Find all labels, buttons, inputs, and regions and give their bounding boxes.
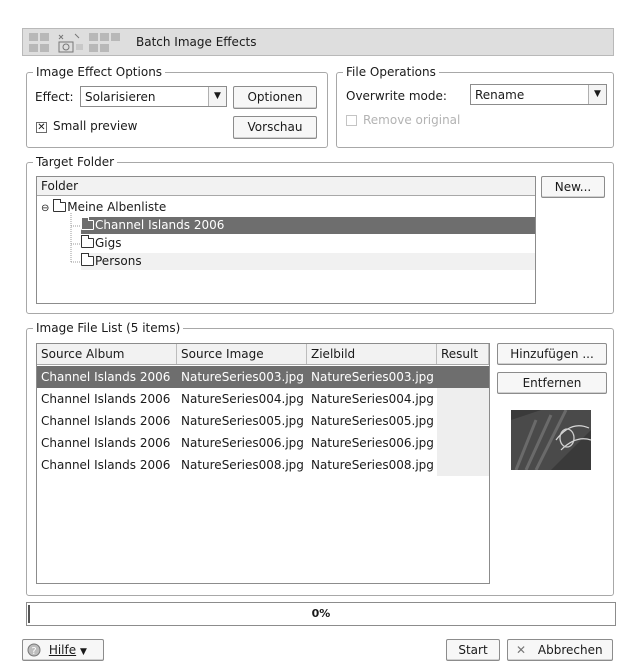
column-zielbild[interactable]: Zielbild: [307, 344, 437, 364]
cell-result: [437, 388, 489, 410]
options-button[interactable]: Optionen: [233, 86, 317, 109]
target-folder-legend: Target Folder: [33, 155, 118, 169]
tree-item-label: Gigs: [95, 236, 122, 250]
table-row[interactable]: Channel Islands 2006 NatureSeries008.jpg…: [37, 454, 489, 476]
remove-images-button[interactable]: Entfernen: [497, 372, 607, 394]
batch-image-effects-logo-icon: [29, 33, 120, 53]
table-row[interactable]: Channel Islands 2006 NatureSeries005.jpg…: [37, 410, 489, 432]
add-images-button[interactable]: Hinzufügen ...: [497, 343, 607, 365]
cell-source-image: NatureSeries005.jpg: [181, 414, 304, 428]
small-preview-label: Small preview: [53, 119, 138, 133]
table-row[interactable]: Channel Islands 2006 NatureSeries003.jpg…: [37, 366, 489, 388]
folder-tree[interactable]: Folder ⊖ Meine Albenliste Channel Island…: [36, 176, 536, 304]
cell-source-album: Channel Islands 2006: [41, 414, 171, 428]
new-folder-button[interactable]: New...: [541, 176, 605, 198]
table-row[interactable]: Channel Islands 2006 NatureSeries004.jpg…: [37, 388, 489, 410]
tree-item-persons[interactable]: Persons: [81, 253, 535, 270]
image-file-table-header: Source Album Source Image Zielbild Resul…: [37, 344, 489, 365]
effect-select-value: Solarisieren: [85, 90, 156, 104]
cell-source-image: NatureSeries003.jpg: [181, 370, 304, 384]
chevron-down-icon: ▼: [79, 647, 87, 657]
overwrite-mode-label: Overwrite mode:: [346, 89, 447, 103]
cell-source-image: NatureSeries004.jpg: [181, 392, 304, 406]
column-source-image[interactable]: Source Image: [177, 344, 307, 364]
image-file-table[interactable]: Source Album Source Image Zielbild Resul…: [36, 343, 490, 584]
tree-connector-lines: [70, 213, 81, 263]
cell-result: [437, 432, 489, 454]
cancel-button[interactable]: ✕ Abbrechen: [507, 639, 613, 661]
image-file-list-legend: Image File List (5 items): [33, 321, 184, 335]
progress-bar: 0%: [26, 602, 616, 626]
cell-source-album: Channel Islands 2006: [41, 370, 171, 384]
cell-source-image: NatureSeries008.jpg: [181, 458, 304, 472]
cell-result: [437, 410, 489, 432]
tree-item-channel-islands[interactable]: Channel Islands 2006: [81, 217, 535, 234]
cell-source-album: Channel Islands 2006: [41, 436, 171, 450]
cancel-x-icon: ✕: [516, 643, 527, 657]
cell-source-album: Channel Islands 2006: [41, 458, 171, 472]
tree-item-gigs[interactable]: Gigs: [81, 235, 535, 252]
image-effect-options-legend: Image Effect Options: [33, 65, 166, 79]
tree-item-label: Channel Islands 2006: [95, 218, 225, 232]
cell-zielbild: NatureSeries006.jpg: [311, 436, 434, 450]
column-result[interactable]: Result: [437, 344, 489, 364]
tree-root-item[interactable]: ⊖ Meine Albenliste: [41, 199, 166, 216]
svg-text:?: ?: [31, 646, 36, 657]
effect-label: Effect:: [35, 90, 74, 104]
preview-button[interactable]: Vorschau: [233, 116, 317, 139]
start-button[interactable]: Start: [446, 639, 500, 661]
dialog-title: Batch Image Effects: [136, 35, 257, 49]
cell-result: [437, 454, 489, 476]
cell-zielbild: NatureSeries005.jpg: [311, 414, 434, 428]
cell-source-image: NatureSeries006.jpg: [181, 436, 304, 450]
tree-collapse-icon[interactable]: ⊖: [41, 203, 49, 214]
folder-tree-header: Folder: [37, 177, 535, 196]
cell-zielbild: NatureSeries004.jpg: [311, 392, 434, 406]
tree-root-label: Meine Albenliste: [67, 200, 167, 214]
remove-original-label: Remove original: [363, 113, 461, 127]
cell-zielbild: NatureSeries008.jpg: [311, 458, 434, 472]
remove-original-checkbox[interactable]: [346, 115, 357, 126]
effect-select[interactable]: Solarisieren ▼: [80, 86, 227, 107]
table-row[interactable]: Channel Islands 2006 NatureSeries006.jpg…: [37, 432, 489, 454]
cell-source-album: Channel Islands 2006: [41, 392, 171, 406]
small-preview-checkbox[interactable]: ✕: [36, 122, 47, 133]
column-source-album[interactable]: Source Album: [37, 344, 177, 364]
dialog-title-bar: Batch Image Effects: [22, 28, 614, 56]
overwrite-mode-value: Rename: [475, 88, 525, 102]
progress-text: 0%: [311, 607, 331, 620]
cell-zielbild: NatureSeries003.jpg: [311, 370, 434, 384]
tree-item-label: Persons: [95, 254, 142, 268]
image-preview-thumbnail: [511, 410, 591, 470]
file-operations-legend: File Operations: [343, 65, 439, 79]
chevron-down-icon: ▼: [588, 85, 606, 104]
cell-result: [437, 366, 489, 388]
help-icon: ?: [27, 643, 41, 657]
overwrite-mode-select[interactable]: Rename ▼: [470, 84, 607, 105]
chevron-down-icon: ▼: [208, 87, 226, 106]
help-button[interactable]: ? Hilfe ▼: [22, 639, 104, 661]
folder-icon: [53, 199, 67, 212]
